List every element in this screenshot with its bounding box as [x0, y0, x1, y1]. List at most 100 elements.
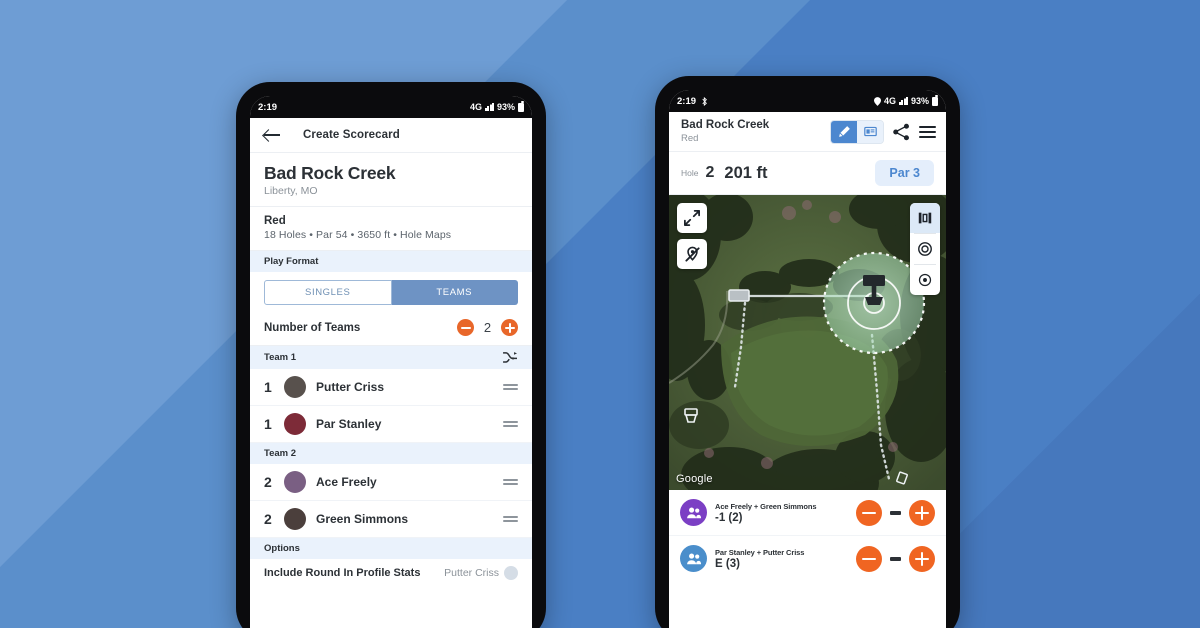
course-name: Bad Rock Creek — [681, 119, 770, 131]
dash-icon — [890, 556, 901, 561]
avatar — [284, 508, 306, 530]
team-1-label: Team 1 — [264, 352, 297, 363]
hole-info-bar: Hole 2 201 ft Par 3 — [669, 152, 946, 196]
tee-pad-marker — [728, 289, 750, 303]
phone-left: 2:19 4G 93% Create Scorecard Bad Rock Cr… — [236, 82, 546, 628]
layout-name: Red — [681, 133, 699, 145]
play-format-toggle: SINGLES TEAMS — [250, 272, 532, 312]
scorecard-icon[interactable] — [857, 120, 883, 143]
score-minus-button[interactable] — [856, 545, 882, 572]
course-location: Liberty, MO — [264, 185, 318, 197]
options-header: Options — [250, 538, 532, 559]
team-score-value: E (3) — [715, 557, 740, 570]
player-name: Par Stanley — [316, 417, 382, 431]
battery-icon — [518, 101, 524, 112]
player-team-number: 2 — [264, 474, 272, 490]
play-format-label: Play Format — [264, 256, 319, 267]
avatar — [284, 376, 306, 398]
target-icon[interactable] — [910, 234, 940, 264]
left-appbar: Create Scorecard — [250, 118, 532, 153]
segment-singles[interactable]: SINGLES — [264, 280, 392, 305]
map-satellite-image — [669, 195, 946, 491]
team-count-value: 2 — [483, 320, 492, 335]
background — [0, 0, 1200, 628]
minus-circle-icon[interactable] — [457, 319, 474, 336]
status-time: 2:19 — [677, 95, 697, 107]
drag-handle-icon[interactable] — [503, 383, 518, 391]
hole-map[interactable]: Google — [669, 195, 946, 491]
option-row-profile-stats[interactable]: Include Round In Profile Stats Putter Cr… — [250, 559, 532, 587]
score-minus-button[interactable] — [856, 499, 882, 526]
option-label: Include Round In Profile Stats — [264, 567, 421, 579]
course-name: Bad Rock Creek — [264, 163, 396, 183]
table-row[interactable]: 1 Putter Criss — [250, 369, 532, 406]
avatar — [284, 471, 306, 493]
team-2-header: Team 2 — [250, 443, 532, 464]
location-off-icon[interactable] — [677, 239, 707, 270]
segment-teams[interactable]: TEAMS — [391, 280, 518, 305]
back-arrow-icon[interactable] — [264, 128, 281, 142]
map-controls-right — [910, 203, 940, 296]
score-plus-button[interactable] — [909, 545, 935, 572]
layout-block[interactable]: Red 18 Holes • Par 54 • 3650 ft • Hole M… — [250, 207, 532, 251]
options-label: Options — [264, 543, 300, 554]
player-team-number: 1 — [264, 416, 272, 432]
network-label: 4G — [469, 102, 482, 112]
right-appbar: Bad Rock Creek Red — [669, 112, 946, 153]
shuffle-icon[interactable] — [503, 351, 518, 364]
layout-meta: 18 Holes • Par 54 • 3650 ft • Hole Maps — [264, 229, 452, 241]
right-status-bar: 2:19 4G 93% — [669, 90, 946, 112]
left-status-bar: 2:19 4G 93% — [250, 96, 532, 118]
option-value-text: Putter Criss — [444, 567, 499, 579]
drag-handle-icon[interactable] — [503, 420, 518, 428]
plus-circle-icon[interactable] — [501, 319, 518, 336]
table-row[interactable]: 2 Ace Freely — [250, 464, 532, 501]
drag-handle-icon[interactable] — [503, 515, 518, 523]
team-score-row: Par Stanley + Putter Criss E (3) — [669, 536, 946, 582]
expand-arrows-icon[interactable] — [677, 203, 707, 234]
team-2-label: Team 2 — [264, 448, 297, 459]
battery-icon — [932, 95, 938, 106]
layout-name: Red — [264, 215, 286, 227]
table-row[interactable]: 1 Par Stanley — [250, 406, 532, 443]
right-screen: 2:19 4G 93% Bad Rock Creek Red Hole 2 20… — [669, 90, 946, 628]
signal-icon — [484, 103, 494, 111]
avatar — [504, 566, 518, 580]
par-badge[interactable]: Par 3 — [875, 160, 934, 187]
dash-icon — [890, 510, 901, 515]
table-row[interactable]: 2 Green Simmons — [250, 501, 532, 538]
status-time: 2:19 — [258, 101, 278, 113]
player-name: Putter Criss — [316, 380, 385, 394]
measure-icon[interactable] — [910, 203, 940, 234]
pencil-icon[interactable] — [831, 120, 857, 143]
network-label: 4G — [883, 96, 896, 106]
share-icon[interactable] — [892, 123, 911, 141]
location-pin-icon — [873, 96, 881, 106]
player-name: Ace Freely — [316, 475, 377, 489]
drag-handle-icon[interactable] — [503, 478, 518, 486]
team-avatar — [680, 499, 707, 527]
score-plus-button[interactable] — [909, 499, 935, 526]
team-1-header: Team 1 — [250, 346, 532, 369]
page-title: Create Scorecard — [303, 129, 400, 141]
team-count-label: Number of Teams — [264, 321, 361, 334]
team-score-row: Ace Freely + Green Simmons -1 (2) — [669, 490, 946, 537]
team-score-value: -1 (2) — [715, 511, 743, 524]
view-mode-toggle — [830, 119, 884, 144]
hamburger-menu-icon[interactable] — [919, 125, 936, 138]
team-player-names: Par Stanley + Putter Criss — [715, 547, 805, 557]
bluetooth-icon — [702, 96, 707, 106]
team-count-stepper: 2 — [457, 319, 518, 336]
team-player-names: Ace Freely + Green Simmons — [715, 501, 817, 511]
battery-pct: 93% — [496, 102, 515, 112]
signal-icon — [898, 97, 908, 105]
team-count-row: Number of Teams 2 — [250, 312, 532, 346]
basket-icon[interactable] — [910, 265, 940, 295]
team-avatar — [680, 545, 707, 573]
course-block[interactable]: Bad Rock Creek Liberty, MO — [250, 153, 532, 207]
map-controls-left — [677, 203, 707, 270]
player-team-number: 1 — [264, 379, 272, 395]
team-info: Par Stanley + Putter Criss E (3) — [715, 548, 848, 570]
player-team-number: 2 — [264, 511, 272, 527]
player-name: Green Simmons — [316, 512, 409, 526]
